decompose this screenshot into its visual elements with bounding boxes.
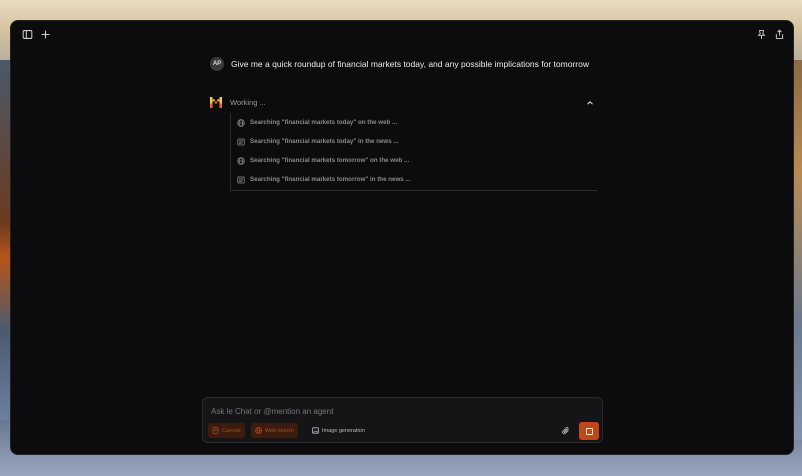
search-step: Searching "financial markets tomorrow" o…	[231, 151, 596, 170]
search-step-text: Searching "financial markets tomorrow" i…	[250, 176, 411, 183]
composer: Canvas Web search Image generation	[202, 397, 603, 443]
web-search-toggle[interactable]: Web search	[251, 423, 299, 438]
canvas-icon	[212, 427, 219, 434]
user-message-row: AP Give me a quick roundup of financial …	[210, 57, 589, 71]
sidebar-toggle-icon[interactable]	[20, 27, 34, 41]
search-step: Searching "financial markets tomorrow" i…	[231, 170, 596, 189]
search-step-text: Searching "financial markets today" on t…	[250, 119, 398, 126]
paperclip-icon[interactable]	[561, 426, 571, 436]
canvas-toggle[interactable]: Canvas	[208, 423, 245, 438]
pin-icon[interactable]	[754, 27, 768, 41]
image-generation-toggle[interactable]: Image generation	[308, 423, 369, 438]
search-step: Searching "financial markets today" in t…	[231, 132, 596, 151]
search-step: Searching "financial markets today" on t…	[231, 113, 596, 132]
chevron-up-icon[interactable]	[586, 99, 594, 107]
search-step-text: Searching "financial markets today" in t…	[250, 138, 399, 145]
share-icon[interactable]	[772, 27, 786, 41]
working-status-label: Working ...	[230, 98, 266, 107]
avatar: AP	[210, 57, 224, 71]
mistral-logo-icon	[210, 97, 222, 108]
stop-button[interactable]	[579, 422, 599, 440]
search-steps-list: Searching "financial markets today" on t…	[230, 113, 597, 191]
news-icon	[237, 138, 245, 145]
globe-icon	[237, 156, 245, 165]
globe-icon	[255, 427, 262, 434]
web-search-label: Web search	[265, 427, 295, 434]
chat-input[interactable]	[211, 407, 551, 416]
canvas-label: Canvas	[222, 427, 241, 434]
assistant-status-row[interactable]: Working ...	[210, 97, 594, 108]
user-message: Give me a quick roundup of financial mar…	[231, 59, 589, 69]
chat-window: AP Give me a quick roundup of financial …	[10, 20, 794, 455]
new-chat-icon[interactable]	[38, 27, 52, 41]
stop-icon	[585, 427, 593, 435]
image-generation-label: Image generation	[322, 427, 365, 434]
steps-divider	[231, 190, 597, 191]
image-icon	[312, 427, 319, 434]
news-icon	[237, 176, 245, 183]
search-step-text: Searching "financial markets tomorrow" o…	[250, 157, 410, 164]
globe-icon	[237, 118, 245, 127]
